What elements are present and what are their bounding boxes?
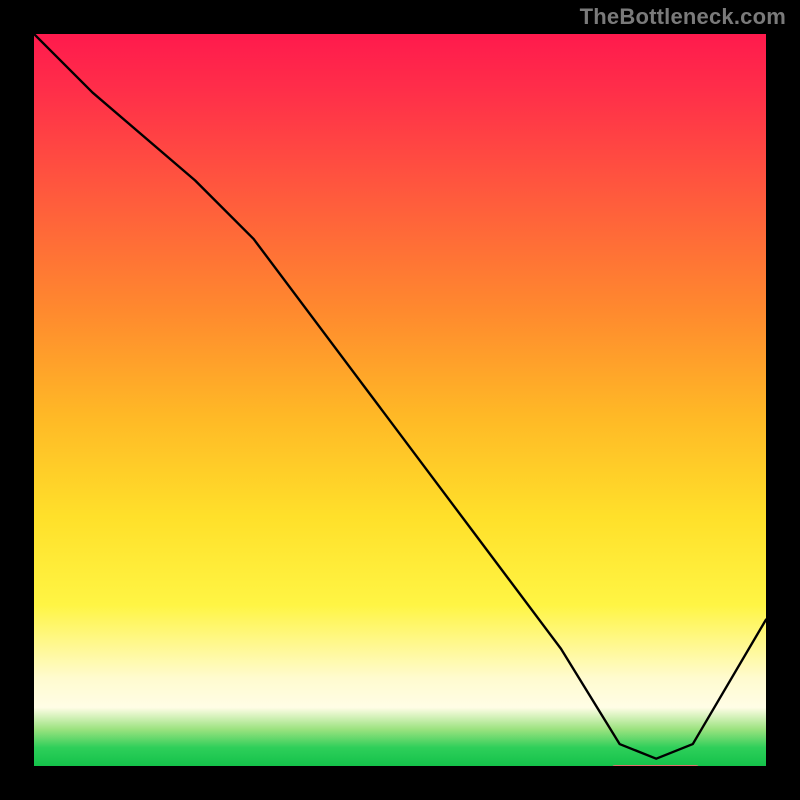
- bottleneck-curve: [34, 34, 766, 766]
- plot-area: [30, 30, 770, 770]
- optimal-range-bar: [611, 765, 700, 770]
- chart-container: TheBottleneck.com: [0, 0, 800, 800]
- watermark-text: TheBottleneck.com: [580, 4, 786, 30]
- curve-path: [34, 34, 766, 759]
